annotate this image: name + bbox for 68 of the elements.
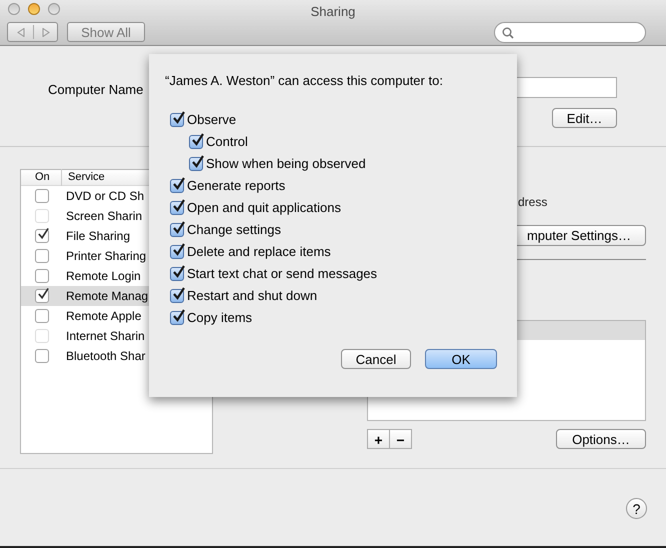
service-name: Screen Sharin <box>66 208 142 225</box>
add-button[interactable]: + <box>367 429 390 449</box>
checkmark-icon <box>172 242 186 256</box>
checkbox[interactable] <box>170 200 184 214</box>
window-title: Sharing <box>310 3 356 21</box>
checkmark-icon <box>172 308 186 322</box>
permission-label: Generate reports <box>187 176 286 195</box>
checkbox[interactable] <box>170 310 184 324</box>
checkbox[interactable] <box>35 309 49 323</box>
checkmark-icon <box>172 264 186 278</box>
zoom-icon[interactable] <box>48 3 60 15</box>
service-name: File Sharing <box>66 228 130 245</box>
service-name: Remote Apple <box>66 308 142 325</box>
permission-label: Control <box>206 132 248 151</box>
column-header: Service <box>61 169 105 186</box>
checkmark-icon <box>37 287 50 301</box>
minimize-icon[interactable] <box>28 3 40 15</box>
checkmark-icon <box>191 132 205 146</box>
checkbox[interactable] <box>170 222 184 236</box>
checkbox[interactable] <box>35 269 49 283</box>
permission-label: Observe <box>187 110 236 129</box>
service-name: Remote Login <box>66 268 141 285</box>
computer-name-label: Computer Name <box>48 81 144 99</box>
checkbox[interactable] <box>35 189 49 203</box>
back-icon[interactable] <box>17 28 25 36</box>
service-name: DVD or CD Sh <box>66 188 144 205</box>
options-button[interactable]: Options… <box>556 429 646 449</box>
checkbox[interactable] <box>170 266 184 280</box>
checkbox[interactable] <box>35 289 49 303</box>
checkbox[interactable] <box>35 229 49 243</box>
help-button[interactable]: ? <box>626 498 647 519</box>
service-name: Remote Manag <box>66 288 148 305</box>
checkbox[interactable] <box>170 178 184 192</box>
checkbox[interactable] <box>170 244 184 258</box>
permission-label: Show when being observed <box>206 154 366 173</box>
checkmark-icon <box>172 286 186 300</box>
checkbox[interactable] <box>189 156 203 170</box>
checkbox[interactable] <box>35 249 49 263</box>
service-name: Internet Sharin <box>66 328 145 345</box>
checkmark-icon <box>172 198 186 212</box>
checkmark-icon <box>37 227 50 241</box>
permission-label: Delete and replace items <box>187 242 331 261</box>
search-icon <box>502 26 514 38</box>
checkbox[interactable] <box>189 134 203 148</box>
edit-button[interactable]: Edit… <box>552 108 617 128</box>
permission-label: Copy items <box>187 308 252 327</box>
back-forward-control[interactable] <box>7 22 58 42</box>
checkmark-icon <box>172 176 186 190</box>
service-name: Printer Sharing <box>66 248 146 265</box>
remove-button[interactable]: − <box>390 429 412 449</box>
permission-label: Change settings <box>187 220 281 239</box>
close-icon[interactable] <box>8 3 20 15</box>
service-name: Bluetooth Shar <box>66 348 146 365</box>
forward-icon[interactable] <box>42 28 50 36</box>
checkmark-icon <box>172 220 186 234</box>
checkbox[interactable] <box>170 288 184 302</box>
checkbox[interactable] <box>35 349 49 363</box>
search-field[interactable] <box>494 22 646 43</box>
checkmark-icon <box>191 154 205 168</box>
permission-label: Start text chat or send messages <box>187 264 378 283</box>
checkbox[interactable] <box>170 112 184 126</box>
dialog-button[interactable]: Cancel <box>341 348 411 368</box>
sheet-title: “James A. Weston” can access this computer to: <box>165 72 443 90</box>
column-header: On <box>34 170 51 186</box>
permission-label: Open and quit applications <box>187 198 341 217</box>
dialog-button[interactable]: OK <box>425 348 497 368</box>
description-text: dress <box>518 194 548 211</box>
checkmark-icon <box>172 110 186 124</box>
